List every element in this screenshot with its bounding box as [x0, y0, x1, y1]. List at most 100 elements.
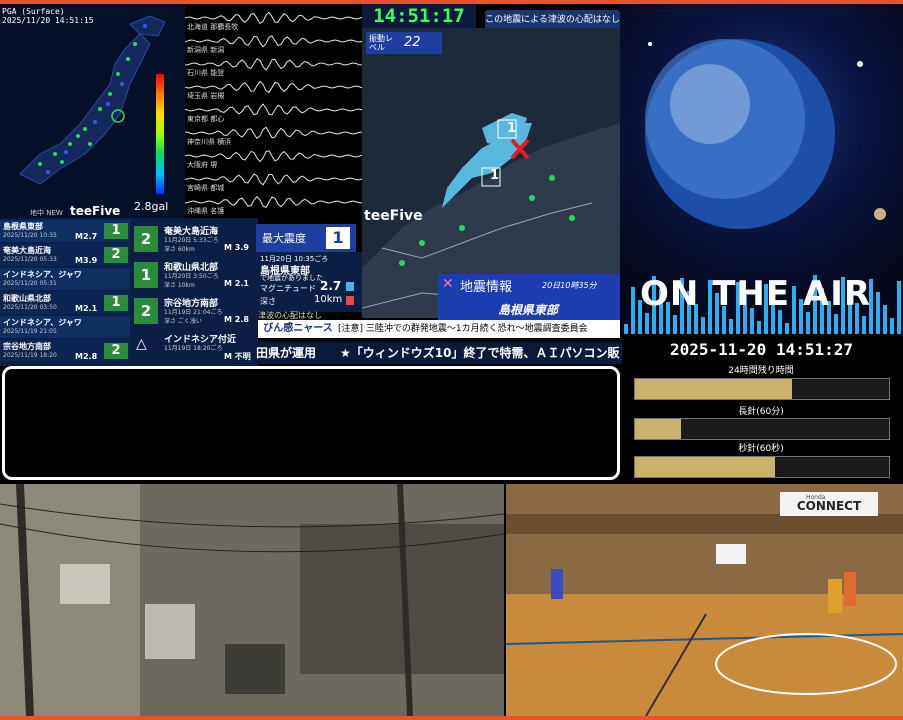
audio-bar: [701, 317, 705, 334]
waveform-trace: [185, 103, 362, 116]
detail-depth: 深さ 60km: [164, 246, 195, 253]
detail-date: 11月19日 21:04ごろ: [164, 309, 223, 316]
quake-time: 2025/11/20 03:50: [3, 304, 57, 311]
on-air-text: ON THE AIR: [640, 274, 872, 314]
detail-mag: M 3.9: [224, 243, 249, 252]
quake-mag: M2.1: [75, 304, 98, 313]
detail-mag: M 2.1: [224, 279, 249, 288]
info-region: 島根県東部: [498, 303, 559, 317]
audio-bar: [645, 313, 649, 334]
gym-scene: [506, 484, 903, 716]
max-intensity-value: 1: [326, 227, 350, 249]
quake-detail-row[interactable]: 2 奄美大島近海 11月20日 5:33ごろ 深さ 60km M 3.9: [132, 222, 256, 256]
timer-label-24h: 24時間残り時間: [728, 366, 794, 376]
gym-camera-feed: [506, 484, 903, 716]
detail-intensity: 1: [134, 262, 158, 288]
map-intensity-1b: 1: [490, 168, 500, 183]
audio-bar: [673, 315, 677, 334]
timer-label-sec: 秒針(60秒): [738, 444, 784, 454]
quake-mag: M2.8: [75, 352, 98, 361]
timer-label-min: 長針(60分): [738, 407, 784, 417]
waveform-trace: [185, 150, 362, 163]
clock-display: 14:51:17: [362, 4, 476, 28]
max-intensity-label: 最大震度: [262, 232, 306, 245]
detail-date: 11月20日 3:50ごろ: [164, 273, 219, 280]
waveform-trace: [185, 35, 362, 48]
ticker-line2: 田県が運用 ★「ウィンドウズ10」終了で特需、ＡＩパソコン販: [256, 342, 622, 364]
quake-list-row[interactable]: 和歌山県北部 2025/11/20 03:50 M2.1 1: [0, 292, 130, 314]
street-camera-feed: [0, 484, 504, 716]
audio-bar: [624, 324, 628, 334]
timer-bar-min: [634, 418, 890, 440]
detail-depth: 深さ 10km: [164, 282, 195, 289]
magnitude-indicator: [346, 282, 354, 291]
quake-mag: M3.9: [75, 256, 98, 265]
level-label: 振動レベル: [369, 34, 393, 52]
epicenter-info: 11月20日 10:35ごろ 島根県東部 で地震がありました マグニチュード 2…: [256, 252, 362, 312]
waveform-trace: [185, 58, 362, 71]
timer-bar-24h: [634, 378, 890, 400]
quake-time: 2025/11/19 21:05: [3, 328, 57, 335]
quake-time: 2025/11/20 05:33: [3, 256, 57, 263]
unknown-icon: △: [136, 336, 147, 352]
quake-list-row[interactable]: インドネシア、ジャワ 2025/11/20 05:31: [0, 268, 130, 290]
waveform-trace: [185, 173, 362, 186]
depth-value: 10km: [314, 294, 343, 305]
pga-note: 地中 NEW: [30, 209, 63, 217]
map-brand: teeFive: [364, 208, 423, 224]
level-value: 22: [404, 35, 421, 50]
camera-brand-badge: CONNECT: [780, 492, 878, 516]
quake-intensity: 2: [104, 343, 128, 359]
max-intensity-box: 最大震度 1: [256, 224, 356, 252]
map-intensity-1a: 1: [507, 121, 517, 136]
audio-bar: [806, 312, 810, 334]
waveform-panel: 北海道 那覇長牧 新潟県 新潟 石川県 能登 埼玉県 岩槻 東京都 都心 神奈川県 横浜大…: [185, 4, 362, 218]
epicenter-note: で地震がありました: [260, 274, 323, 282]
audio-bar: [757, 321, 761, 334]
waveform-trace: [185, 11, 362, 25]
detail-intensity: 2: [134, 298, 158, 324]
pga-max-value: 2.8gal: [134, 200, 169, 213]
quake-list-row[interactable]: 宗谷地方南部 2025/11/19 18:20 M2.8 2: [0, 340, 130, 362]
timer-fill-sec: [635, 457, 775, 477]
quake-region: インドネシア、ジャワ: [3, 270, 82, 279]
waveform-traces: [185, 11, 362, 209]
audio-bar: [631, 287, 635, 334]
audio-bar: [785, 323, 789, 334]
quake-region: インドネシア、ジャワ: [3, 318, 82, 327]
detail-date: 11月20日 5:33ごろ: [164, 237, 219, 244]
vibration-level-box: 振動レベル 22: [366, 32, 442, 54]
detail-mag: M 不明: [224, 352, 251, 361]
quake-list-row[interactable]: インドネシア、ジャワ 2025/11/19 21:05: [0, 316, 130, 338]
quake-info-box: ✕ 地震情報 20日10時35分 島根県東部: [438, 274, 620, 322]
quake-region: 奄美大島近海: [3, 246, 51, 255]
timer-fill-24h: [635, 379, 793, 399]
audio-bar: [890, 318, 894, 334]
quake-list-row[interactable]: 奄美大島近海 2025/11/20 05:33 M3.9 2: [0, 244, 130, 266]
connect-label: CONNECT: [796, 499, 862, 513]
quake-time: 2025/11/20 05:31: [3, 280, 57, 287]
audio-bar: [862, 316, 866, 334]
magnitude-label: マグニチュード: [260, 284, 316, 293]
quake-list-row[interactable]: 島根県東部 2025/11/20 10:35 M2.7 1: [0, 220, 130, 242]
depth-label: 深さ: [260, 297, 276, 306]
close-x-icon: ✕: [442, 276, 454, 292]
audio-bar: [883, 305, 887, 334]
waveform-trace: [185, 195, 362, 209]
quake-region: 宗谷地方南部: [3, 342, 51, 351]
quake-time: 2025/11/20 10:35: [3, 232, 57, 239]
pga-map-panel: PGA (Surface) 2025/11/20 14:51:15 2.8gal…: [0, 4, 185, 218]
quake-time: 2025/11/19 18:20: [3, 352, 57, 359]
quake-detail-row[interactable]: △ インドネシア付近 11月19日 18:20ごろ M 不明: [132, 330, 256, 364]
pga-brand: teeFive: [70, 204, 121, 218]
detail-mag: M 2.8: [224, 315, 249, 324]
detail-date: 11月19日 18:20ごろ: [164, 345, 223, 352]
quake-mag: M2.7: [75, 232, 98, 241]
quake-detail-row[interactable]: 1 和歌山県北部 11月20日 3:50ごろ 深さ 10km M 2.1: [132, 258, 256, 292]
quake-region: 和歌山県北部: [3, 294, 51, 303]
audio-bar: [729, 319, 733, 334]
info-title: 地震情報: [460, 280, 513, 295]
quake-intensity: 1: [104, 223, 128, 239]
quake-detail-row[interactable]: 2 宗谷地方南部 11月19日 21:04ごろ 深さ ごく浅い M 2.8: [132, 294, 256, 328]
audio-bar: [834, 314, 838, 334]
